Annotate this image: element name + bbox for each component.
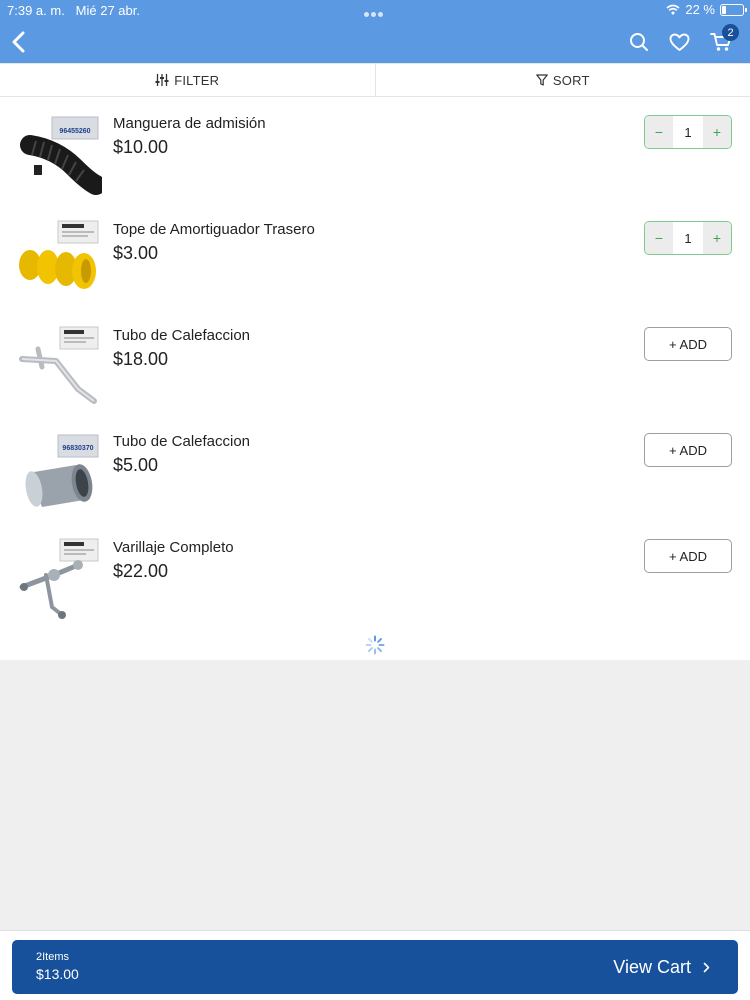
product-name[interactable]: Tubo de Calefaccion — [113, 433, 250, 450]
heart-icon — [669, 33, 690, 51]
wifi-icon — [666, 4, 680, 15]
product-image-linkage[interactable] — [16, 535, 102, 621]
minus-icon: − — [654, 124, 664, 140]
quantity-value: 1 — [684, 230, 692, 246]
cart-total: $13.00 — [36, 966, 79, 982]
add-to-cart-button[interactable]: + ADD — [644, 433, 732, 467]
cart-items-count: 2Items — [36, 951, 70, 963]
product-price: $22.00 — [113, 561, 169, 581]
product-item[interactable]: 96830370 Tubo de Calefaccion $5.00 + ADD — [0, 415, 750, 521]
product-image-metal-sleeve[interactable]: 96830370 — [16, 429, 102, 515]
add-to-cart-button[interactable]: + ADD — [644, 327, 732, 361]
view-cart-label: View Cart — [613, 957, 691, 977]
product-item[interactable]: Tope de Amortiguador Trasero $3.00 − 1 + — [0, 203, 750, 309]
chevron-right-icon — [703, 962, 710, 973]
product-name[interactable]: Varillaje Completo — [113, 539, 234, 556]
plus-icon: + — [712, 124, 722, 140]
multitasking-dots-icon[interactable] — [364, 5, 386, 17]
product-name[interactable]: Manguera de admisión — [113, 115, 266, 132]
status-date: Mié 27 abr. — [75, 3, 140, 18]
search-icon — [629, 33, 648, 51]
quantity-value: 1 — [684, 124, 692, 140]
product-price: $5.00 — [113, 455, 159, 475]
battery-icon — [720, 3, 747, 16]
quantity-stepper: − 1 + — [644, 221, 732, 255]
sort-label: SORT — [552, 72, 590, 88]
sliders-icon — [155, 74, 169, 86]
product-list: 96455260 Manguera de admisión $10.00 − 1… — [0, 97, 750, 660]
decrease-quantity-button[interactable]: − — [645, 222, 673, 254]
add-to-cart-button[interactable]: + ADD — [644, 539, 732, 573]
navbar: 2 — [0, 22, 750, 63]
product-price: $10.00 — [113, 137, 169, 157]
product-image-intake-hose[interactable]: 96455260 — [16, 111, 106, 197]
cart-button[interactable]: 2 — [709, 24, 739, 58]
product-name[interactable]: Tubo de Calefaccion — [113, 327, 250, 344]
cart-count-badge: 2 — [722, 24, 739, 41]
filter-sort-bar: FILTER SORT — [0, 63, 750, 97]
funnel-icon — [536, 74, 548, 86]
search-button[interactable] — [627, 26, 650, 58]
product-item[interactable]: 96455260 Manguera de admisión $10.00 − 1… — [0, 97, 750, 203]
filter-button[interactable]: FILTER — [0, 64, 375, 96]
status-bar: 7:39 a. m. Mié 27 abr. 22 % — [0, 0, 750, 22]
part-label-text: 96455260 — [59, 128, 90, 135]
decrease-quantity-button[interactable]: − — [645, 116, 673, 148]
minus-icon: − — [654, 230, 664, 246]
battery-percent: 22 % — [685, 2, 715, 17]
product-price: $3.00 — [113, 243, 159, 263]
product-item[interactable]: Varillaje Completo $22.00 + ADD — [0, 521, 750, 627]
view-cart-bar[interactable]: 2Items $13.00 View Cart — [12, 940, 738, 994]
product-image-shock-bumper[interactable] — [16, 217, 102, 303]
bottom-bar: 2Items $13.00 View Cart — [0, 930, 750, 1000]
view-cart-button[interactable]: View Cart — [613, 957, 710, 978]
increase-quantity-button[interactable]: + — [703, 222, 731, 254]
product-item[interactable]: Tubo de Calefaccion $18.00 + ADD — [0, 309, 750, 415]
quantity-stepper: − 1 + — [644, 115, 732, 149]
status-time: 7:39 a. m. — [7, 3, 65, 18]
back-button[interactable] — [4, 26, 34, 58]
filter-label: FILTER — [174, 72, 220, 88]
increase-quantity-button[interactable]: + — [703, 116, 731, 148]
loading-spinner-icon — [365, 635, 385, 655]
sort-button[interactable]: SORT — [374, 64, 750, 96]
product-name[interactable]: Tope de Amortiguador Trasero — [113, 221, 315, 238]
wishlist-button[interactable] — [668, 26, 691, 58]
part-label-text: 96830370 — [62, 445, 93, 452]
product-price: $18.00 — [113, 349, 169, 369]
app-header: 7:39 a. m. Mié 27 abr. 22 % 2 — [0, 0, 750, 63]
product-image-heater-tube[interactable] — [16, 323, 102, 409]
plus-icon: + — [712, 230, 722, 246]
chevron-left-icon — [12, 31, 25, 53]
